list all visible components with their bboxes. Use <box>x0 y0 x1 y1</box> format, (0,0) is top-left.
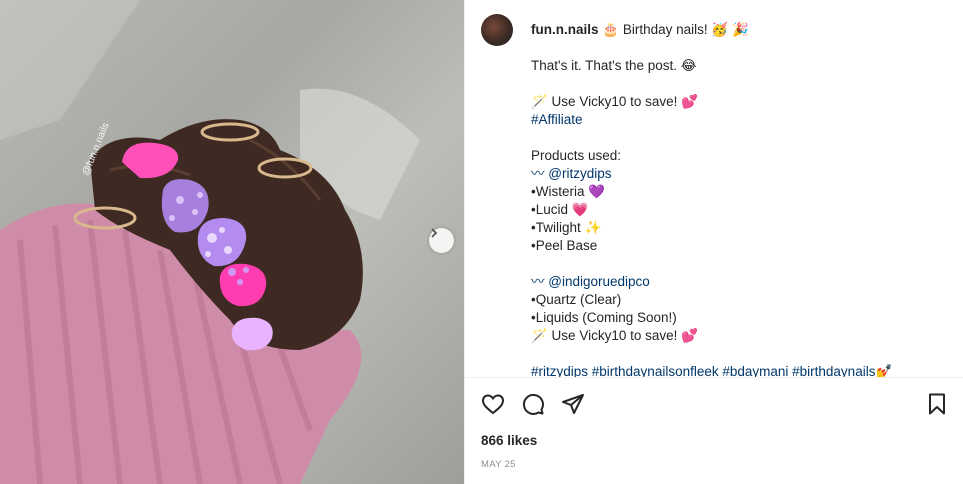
party-popper-emoji: 🎉 <box>731 22 749 38</box>
caption-first-line: Birthday nails! <box>622 22 708 37</box>
post-date[interactable]: MAY 25 <box>481 459 516 470</box>
share-button[interactable] <box>561 392 585 416</box>
heart-icon <box>481 394 505 415</box>
cake-emoji: 🎂 <box>602 22 620 38</box>
party-face-emoji: 🥳 <box>711 22 729 38</box>
hashtags-link[interactable]: #ritzydips #birthdaynailsonfleek #bdayma… <box>531 363 947 377</box>
action-bar <box>481 390 949 418</box>
mention-indigoruedipco-link[interactable]: 〰 @indigoruedipco <box>531 273 947 291</box>
hashtag-affiliate-link[interactable]: #Affiliate <box>531 111 947 129</box>
caption-line: •Twilight ✨ <box>531 220 602 235</box>
comment-button[interactable] <box>521 392 545 416</box>
caption-line: 🪄 Use Vicky10 to save! 💕 <box>531 94 698 109</box>
caption-text: fun.n.nails 🎂 Birthday nails! 🥳 🎉 That's… <box>531 14 947 377</box>
nails-photo: @fun.n.nails <box>0 0 420 484</box>
caption-row: fun.n.nails 🎂 Birthday nails! 🥳 🎉 That's… <box>481 14 947 377</box>
bookmark-icon <box>929 393 945 415</box>
save-button[interactable] <box>925 392 949 416</box>
likes-count[interactable]: 866 likes <box>481 433 537 448</box>
post-details-panel: fun.n.nails 🎂 Birthday nails! 🥳 🎉 That's… <box>465 0 963 484</box>
caption-line: •Liquids (Coming Soon!) <box>531 310 677 325</box>
caption-line: •Wisteria 💜 <box>531 184 606 199</box>
username-link[interactable]: fun.n.nails <box>531 22 599 37</box>
actions-divider <box>465 377 963 378</box>
caption-area[interactable]: fun.n.nails 🎂 Birthday nails! 🥳 🎉 That's… <box>465 0 963 377</box>
avatar[interactable] <box>481 14 513 46</box>
comment-icon <box>522 393 544 415</box>
chevron-right-icon <box>431 228 438 238</box>
caption-line: •Peel Base <box>531 238 598 253</box>
post-image[interactable]: @fun.n.nails <box>0 0 464 484</box>
share-icon <box>562 394 584 414</box>
next-image-button[interactable] <box>429 228 454 253</box>
caption-line: 🪄 Use Vicky10 to save! 💕 <box>531 328 698 343</box>
caption-line: That's it. That's the post. 😂 <box>531 58 697 73</box>
like-button[interactable] <box>481 392 505 416</box>
caption-header: fun.n.nails 🎂 Birthday nails! 🥳 🎉 <box>531 21 947 39</box>
caption-line: •Quartz (Clear) <box>531 292 622 307</box>
caption-line: Products used: <box>531 148 622 163</box>
mention-ritzydips-link[interactable]: 〰 @ritzydips <box>531 165 947 183</box>
caption-line: •Lucid 💗 <box>531 202 589 217</box>
